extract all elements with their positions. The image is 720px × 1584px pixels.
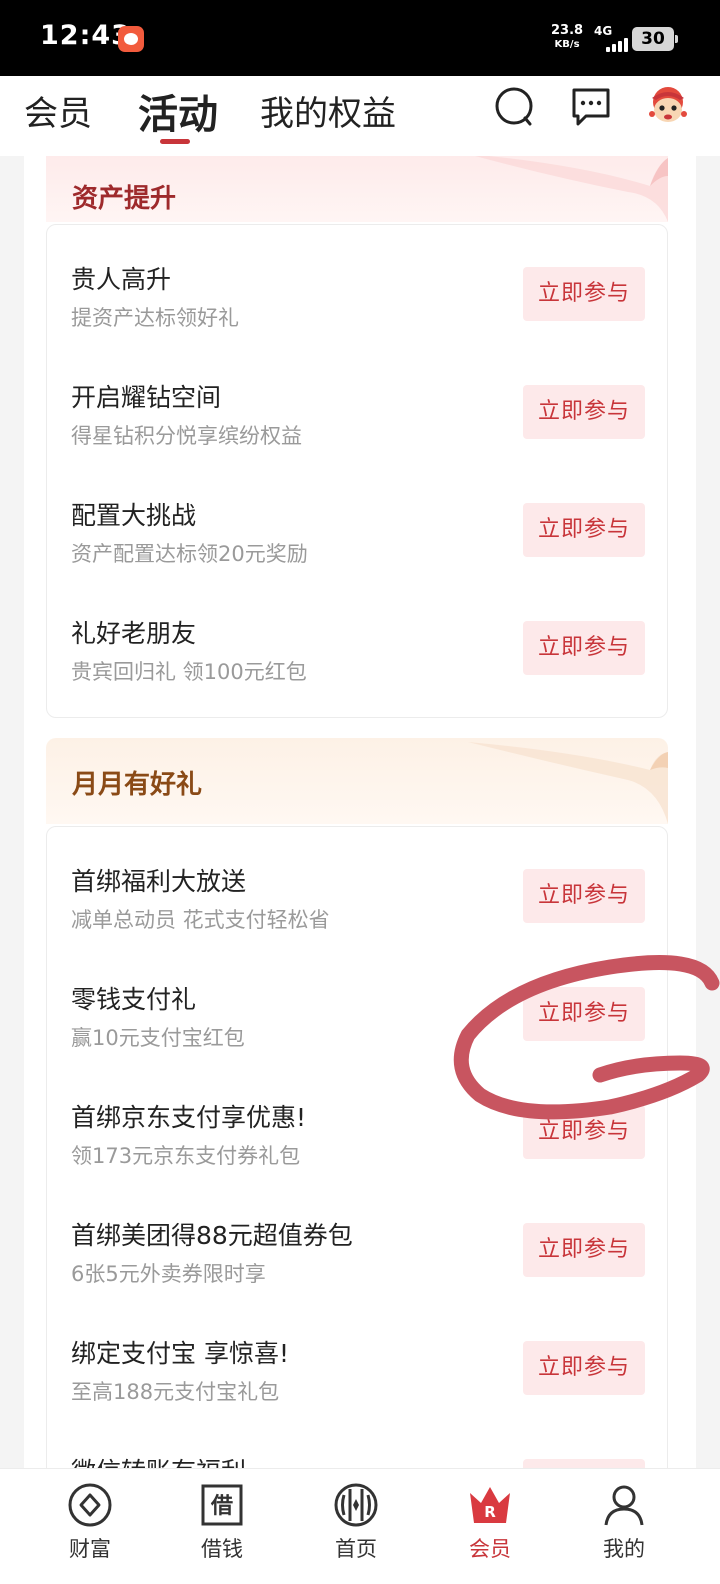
battery-icon: 30	[632, 27, 678, 51]
item-subtitle: 至高188元支付宝礼包	[71, 1380, 280, 1404]
member-icon-text: R	[484, 1503, 496, 1521]
tab-borrow[interactable]: 借 借钱	[150, 1469, 294, 1584]
item-subtitle: 减单总动员 花式支付轻松省	[71, 908, 330, 932]
section-ribbon-decoration	[468, 742, 668, 824]
join-button[interactable]: 立即参与	[523, 503, 645, 557]
tab-label: 我的	[603, 1537, 645, 1561]
network-speed-unit: KB/s	[554, 39, 580, 50]
content-scroll[interactable]: 资产提升 贵人高升 提资产达标领好礼 立即参与 开启耀钻空间 得星钻积分悦享缤纷…	[0, 156, 720, 1484]
list-item[interactable]: 配置大挑战 资产配置达标领20元奖励 立即参与	[47, 486, 667, 604]
list-item[interactable]: 首绑美团得88元超值券包 6张5元外卖券限时享 立即参与	[47, 1206, 667, 1324]
section-ribbon-decoration	[475, 156, 668, 222]
tab-activity[interactable]: 活动	[138, 82, 218, 140]
tab-home[interactable]: 首页	[284, 1469, 428, 1584]
item-title: 零钱支付礼	[71, 985, 197, 1014]
item-subtitle: 提资产达标领好礼	[71, 306, 239, 330]
item-subtitle: 6张5元外卖券限时享	[71, 1262, 266, 1286]
item-title: 贵人高升	[71, 265, 172, 294]
status-bar: 12:43 23.8 KB/s 4G 30	[0, 0, 720, 76]
join-button[interactable]: 立即参与	[523, 621, 645, 675]
list-item[interactable]: 开启耀钻空间 得星钻积分悦享缤纷权益 立即参与	[47, 368, 667, 486]
list-item[interactable]: 零钱支付礼 赢10元支付宝红包 立即参与	[47, 970, 667, 1088]
tab-wealth[interactable]: 财富	[18, 1469, 162, 1584]
bottom-nav: 财富 借 借钱 首页 R 会员 我的	[0, 1468, 720, 1584]
list-item[interactable]: 礼好老朋友 贵宾回归礼 领100元红包 立即参与	[47, 604, 667, 722]
section-header-asset: 资产提升	[46, 156, 668, 222]
item-subtitle: 得星钻积分悦享缤纷权益	[71, 424, 302, 448]
wealth-icon	[68, 1483, 112, 1527]
item-title: 首绑美团得88元超值券包	[71, 1221, 353, 1250]
list-item[interactable]: 贵人高升 提资产达标领好礼 立即参与	[47, 250, 667, 368]
profile-icon	[604, 1485, 644, 1526]
join-button[interactable]: 立即参与	[523, 1105, 645, 1159]
active-tab-indicator	[160, 139, 190, 144]
join-button[interactable]: 立即参与	[523, 869, 645, 923]
borrow-icon: 借	[201, 1484, 243, 1526]
item-subtitle: 赢10元支付宝红包	[71, 1026, 245, 1050]
list-item[interactable]: 首绑京东支付享优惠! 领173元京东支付券礼包 立即参与	[47, 1088, 667, 1206]
mascot-avatar-icon[interactable]	[644, 84, 692, 132]
tab-label: 会员	[469, 1537, 511, 1561]
item-title: 开启耀钻空间	[71, 383, 222, 412]
section-title-asset: 资产提升	[72, 184, 177, 214]
section-card-asset: 贵人高升 提资产达标领好礼 立即参与 开启耀钻空间 得星钻积分悦享缤纷权益 立即…	[46, 224, 668, 718]
top-nav: 会员 活动 我的权益	[0, 76, 720, 156]
item-title: 绑定支付宝 享惊喜!	[71, 1339, 289, 1368]
borrow-icon-text: 借	[210, 1494, 233, 1519]
section-title-monthly: 月月有好礼	[72, 770, 203, 800]
network-speed: 23.8 KB/s	[551, 24, 583, 52]
message-icon[interactable]	[570, 84, 612, 130]
list-item[interactable]: 绑定支付宝 享惊喜! 至高188元支付宝礼包 立即参与	[47, 1324, 667, 1442]
network-speed-value: 23.8	[551, 23, 584, 38]
list-item[interactable]: 首绑福利大放送 减单总动员 花式支付轻松省 立即参与	[47, 852, 667, 970]
home-icon	[334, 1483, 378, 1527]
tab-my-benefits[interactable]: 我的权益	[260, 86, 396, 135]
tab-mine[interactable]: 我的	[552, 1469, 696, 1584]
join-button[interactable]: 立即参与	[523, 1223, 645, 1277]
tab-label: 首页	[335, 1537, 377, 1561]
join-button[interactable]: 立即参与	[523, 267, 645, 321]
signal-icon	[600, 36, 630, 52]
item-title: 配置大挑战	[71, 501, 197, 530]
tab-label: 借钱	[201, 1537, 243, 1561]
tab-member-bottom[interactable]: R 会员	[418, 1469, 562, 1584]
item-title: 礼好老朋友	[71, 619, 197, 648]
item-title: 首绑京东支付享优惠!	[71, 1103, 307, 1132]
join-button[interactable]: 立即参与	[523, 987, 645, 1041]
member-crown-icon: R	[470, 1487, 510, 1523]
search-icon[interactable]	[494, 84, 536, 130]
join-button[interactable]: 立即参与	[523, 385, 645, 439]
app-notification-icon	[118, 26, 144, 52]
item-subtitle: 资产配置达标领20元奖励	[71, 542, 308, 566]
item-subtitle: 领173元京东支付券礼包	[71, 1144, 301, 1168]
tab-label: 财富	[69, 1537, 111, 1561]
section-card-monthly: 首绑福利大放送 减单总动员 花式支付轻松省 立即参与 零钱支付礼 赢10元支付宝…	[46, 826, 668, 1484]
section-header-monthly: 月月有好礼	[46, 738, 668, 824]
item-subtitle: 贵宾回归礼 领100元红包	[71, 660, 307, 684]
item-title: 首绑福利大放送	[71, 867, 247, 896]
join-button[interactable]: 立即参与	[523, 1341, 645, 1395]
tab-member[interactable]: 会员	[24, 86, 92, 135]
